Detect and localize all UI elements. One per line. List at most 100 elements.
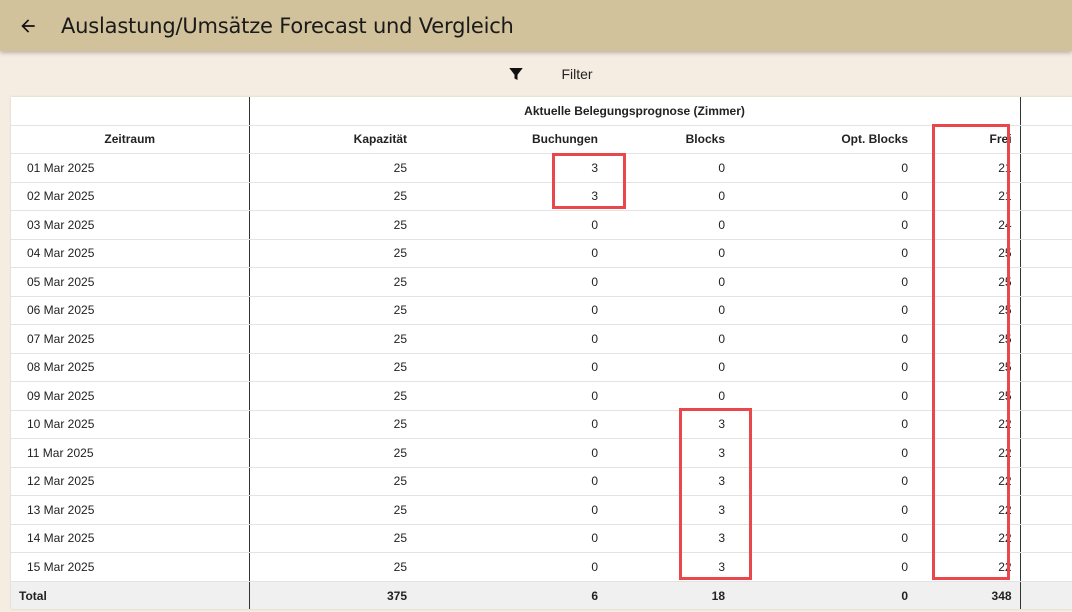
cell-frei: 25 — [916, 239, 1021, 268]
table-row[interactable]: 12 Mar 2025 25 0 3 0 22 — [11, 467, 1072, 496]
col-header-frei[interactable]: Frei — [916, 125, 1021, 154]
cell-extra — [1020, 353, 1072, 382]
total-row: Total 375 6 18 0 348 — [11, 581, 1072, 609]
cell-extra — [1020, 524, 1072, 553]
table-row[interactable]: 07 Mar 2025 25 0 0 0 25 — [11, 324, 1072, 354]
total-frei: 348 — [916, 581, 1021, 609]
table-row[interactable]: 11 Mar 2025 25 0 3 0 22 — [11, 438, 1072, 468]
table-row[interactable]: 02 Mar 2025 25 3 0 0 21 — [11, 182, 1072, 211]
cell-opt-blocks: 0 — [733, 438, 916, 468]
total-kapazitaet: 375 — [249, 581, 415, 609]
cell-opt-blocks: 0 — [733, 182, 916, 211]
cell-extra — [1020, 410, 1072, 439]
cell-kapazitaet: 25 — [249, 524, 415, 553]
cell-zeitraum: 05 Mar 2025 — [11, 267, 250, 297]
table-row[interactable]: 04 Mar 2025 25 0 0 0 25 — [11, 239, 1072, 268]
cell-opt-blocks: 0 — [733, 267, 916, 297]
table-row[interactable]: 03 Mar 2025 25 0 0 0 24 — [11, 210, 1072, 240]
cell-zeitraum: 07 Mar 2025 — [11, 324, 250, 354]
table-row[interactable]: 05 Mar 2025 25 0 0 0 25 — [11, 267, 1072, 297]
page-title: Auslastung/Umsätze Forecast und Vergleic… — [61, 13, 514, 38]
cell-buchungen: 0 — [415, 324, 606, 354]
cell-blocks: 0 — [606, 239, 733, 268]
cell-blocks: 0 — [606, 153, 733, 183]
cell-buchungen: 0 — [415, 239, 606, 268]
cell-kapazitaet: 25 — [249, 353, 415, 382]
cell-frei: 22 — [916, 467, 1021, 496]
cell-zeitraum: 12 Mar 2025 — [11, 467, 250, 496]
cell-extra — [1020, 153, 1072, 183]
table-row[interactable]: 09 Mar 2025 25 0 0 0 25 — [11, 381, 1072, 411]
col-header-blocks[interactable]: Blocks — [606, 125, 733, 154]
cell-zeitraum: 15 Mar 2025 — [11, 552, 250, 582]
cell-kapazitaet: 25 — [249, 182, 415, 211]
table-row[interactable]: 06 Mar 2025 25 0 0 0 25 — [11, 296, 1072, 325]
cell-blocks: 0 — [606, 381, 733, 411]
cell-frei: 22 — [916, 438, 1021, 468]
cell-frei: 22 — [916, 552, 1021, 582]
total-label: Total — [11, 581, 250, 609]
cell-extra — [1020, 381, 1072, 411]
cell-opt-blocks: 0 — [733, 296, 916, 325]
funnel-icon — [509, 68, 524, 80]
cell-blocks: 3 — [606, 467, 733, 496]
cell-extra — [1020, 239, 1072, 268]
table-row[interactable]: 08 Mar 2025 25 0 0 0 25 — [11, 353, 1072, 382]
cell-frei: 25 — [916, 267, 1021, 297]
cell-opt-blocks: 0 — [733, 324, 916, 354]
cell-extra — [1020, 467, 1072, 496]
cell-zeitraum: 14 Mar 2025 — [11, 524, 250, 553]
cell-opt-blocks: 0 — [733, 524, 916, 553]
cell-extra — [1020, 495, 1072, 525]
cell-buchungen: 3 — [415, 182, 606, 211]
cell-kapazitaet: 25 — [249, 267, 415, 297]
cell-opt-blocks: 0 — [733, 239, 916, 268]
cell-kapazitaet: 25 — [249, 552, 415, 582]
cell-buchungen: 0 — [415, 524, 606, 553]
cell-zeitraum: 02 Mar 2025 — [11, 182, 250, 211]
cell-buchungen: 0 — [415, 467, 606, 496]
table-row[interactable]: 10 Mar 2025 25 0 3 0 22 — [11, 410, 1072, 439]
cell-frei: 24 — [916, 210, 1021, 240]
filter-bar: Filter — [0, 62, 1072, 86]
cell-kapazitaet: 25 — [249, 324, 415, 354]
table-row[interactable]: 01 Mar 2025 25 3 0 0 21 — [11, 153, 1072, 183]
col-header-zeitraum[interactable]: Zeitraum — [11, 125, 250, 154]
cell-frei: 21 — [916, 182, 1021, 211]
cell-zeitraum: 11 Mar 2025 — [11, 438, 250, 468]
cell-frei: 25 — [916, 353, 1021, 382]
cell-blocks: 3 — [606, 410, 733, 439]
total-blocks: 18 — [606, 581, 733, 609]
col-header-kapazitaet[interactable]: Kapazität — [249, 125, 415, 154]
forecast-table: Aktuelle Belegungsprognose (Zimmer) Zeit… — [11, 97, 1072, 609]
table-row[interactable]: 15 Mar 2025 25 0 3 0 22 — [11, 552, 1072, 582]
cell-extra — [1020, 267, 1072, 297]
total-opt-blocks: 0 — [733, 581, 916, 609]
cell-kapazitaet: 25 — [249, 467, 415, 496]
cell-kapazitaet: 25 — [249, 239, 415, 268]
arrow-left-icon — [21, 18, 35, 33]
cell-frei: 25 — [916, 296, 1021, 325]
cell-kapazitaet: 25 — [249, 381, 415, 411]
cell-zeitraum: 01 Mar 2025 — [11, 153, 250, 183]
cell-opt-blocks: 0 — [733, 153, 916, 183]
cell-kapazitaet: 25 — [249, 495, 415, 525]
cell-buchungen: 3 — [415, 153, 606, 183]
filter-button[interactable]: Filter — [507, 65, 593, 83]
table-row[interactable]: 13 Mar 2025 25 0 3 0 22 — [11, 495, 1072, 525]
total-extra — [1020, 581, 1072, 609]
extra-column-header-2 — [1020, 125, 1072, 154]
cell-blocks: 0 — [606, 296, 733, 325]
cell-opt-blocks: 0 — [733, 495, 916, 525]
col-header-opt-blocks[interactable]: Opt. Blocks — [733, 125, 916, 154]
back-button[interactable] — [16, 14, 40, 38]
cell-extra — [1020, 182, 1072, 211]
cell-opt-blocks: 0 — [733, 381, 916, 411]
table-row[interactable]: 14 Mar 2025 25 0 3 0 22 — [11, 524, 1072, 553]
cell-extra — [1020, 324, 1072, 354]
col-header-buchungen[interactable]: Buchungen — [415, 125, 606, 154]
cell-buchungen: 0 — [415, 353, 606, 382]
cell-extra — [1020, 210, 1072, 240]
cell-blocks: 3 — [606, 495, 733, 525]
cell-extra — [1020, 552, 1072, 582]
